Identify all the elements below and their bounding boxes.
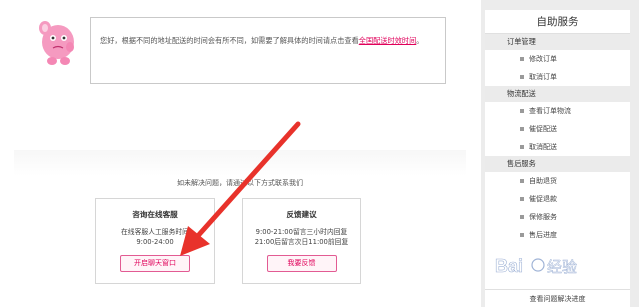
open-chat-button[interactable]: 开启聊天窗口: [120, 255, 190, 272]
bullet-icon: [520, 127, 524, 131]
svg-text:Bai: Bai: [495, 256, 523, 276]
sidebar-item-label: 取消配送: [529, 143, 557, 151]
bullet-icon: [520, 215, 524, 219]
feedback-title: 反馈建议: [286, 210, 317, 219]
sidebar-item-label: 取消订单: [529, 73, 557, 81]
baidu-watermark-icon: Bai 经验: [495, 256, 578, 277]
sidebar-item-cancel-delivery[interactable]: 取消配送: [485, 138, 630, 156]
sidebar-item-label: 查看订单物流: [529, 107, 571, 115]
sidebar-item-warranty[interactable]: 保修服务: [485, 208, 630, 226]
feedback-hours-night: 21:00后留言次日11:00前回复: [254, 238, 349, 246]
sidebar-item-label: 售后进度: [529, 231, 557, 239]
bullet-icon: [520, 57, 524, 61]
sidebar-item-self-return[interactable]: 自助退货: [485, 172, 630, 190]
bullet-icon: [520, 197, 524, 201]
sidebar-item-cancel-order[interactable]: 取消订单: [485, 68, 630, 86]
section-divider: [14, 150, 466, 176]
check-progress-link[interactable]: 查看问题解决进度: [485, 289, 630, 307]
notice-text: 您好，根据不同的地址配送的时间会有所不同，如需要了解具体的时间请点击查看全国配送…: [100, 35, 435, 46]
sidebar-section-after-sales: 售后服务: [485, 156, 630, 172]
sidebar-item-label: 催促退款: [529, 195, 557, 203]
mascot-icon: [39, 21, 74, 65]
sidebar-section-order: 订单管理: [485, 34, 630, 50]
sidebar-item-track-order[interactable]: 查看订单物流: [485, 102, 630, 120]
sidebar-item-label: 自助退货: [529, 177, 557, 185]
online-service-card: 咨询在线客服 在线客服人工服务时间 9:00-24:00 开启聊天窗口: [95, 198, 215, 284]
feedback-hours-day: 9:00-21:00留言三小时内回复: [255, 228, 348, 236]
notice-suffix: 。: [416, 36, 424, 45]
delivery-time-link[interactable]: 全国配送时效时间: [359, 36, 417, 45]
notice-box: 您好，根据不同的地址配送的时间会有所不同，如需要了解具体的时间请点击查看全国配送…: [90, 17, 446, 84]
sidebar-item-label: 催促配送: [529, 125, 557, 133]
sidebar-item-modify-order[interactable]: 修改订单: [485, 50, 630, 68]
bullet-icon: [520, 179, 524, 183]
sidebar-item-urge-refund[interactable]: 催促退款: [485, 190, 630, 208]
feedback-card: 反馈建议 9:00-21:00留言三小时内回复 21:00后留言次日11:00前…: [242, 198, 361, 284]
bullet-icon: [520, 109, 524, 113]
sidebar-section-logistics: 物流配送: [485, 86, 630, 102]
sidebar-item-label: 修改订单: [529, 55, 557, 63]
online-service-title: 咨询在线客服: [132, 210, 178, 219]
sidebar-item-urge-delivery[interactable]: 催促配送: [485, 120, 630, 138]
sidebar-title: 自助服务: [485, 10, 630, 34]
feedback-button[interactable]: 我要反馈: [266, 255, 337, 272]
sidebar-item-label: 保修服务: [529, 213, 557, 221]
bullet-icon: [520, 145, 524, 149]
notice-message: 您好，根据不同的地址配送的时间会有所不同，如需要了解具体的时间请点击查看: [100, 36, 359, 45]
online-service-hours: 9:00-24:00: [136, 238, 174, 246]
online-service-hours-label: 在线客服人工服务时间: [121, 228, 189, 236]
sidebar-item-after-sales-progress[interactable]: 售后进度: [485, 226, 630, 244]
svg-text:经验: 经验: [547, 259, 577, 276]
bullet-icon: [520, 233, 524, 237]
contact-prompt: 如未解决问题，请通过以下方式联系我们: [177, 179, 303, 187]
main-content: 您好，根据不同的地址配送的时间会有所不同，如需要了解具体的时间请点击查看全国配送…: [0, 0, 480, 307]
bullet-icon: [520, 75, 524, 79]
